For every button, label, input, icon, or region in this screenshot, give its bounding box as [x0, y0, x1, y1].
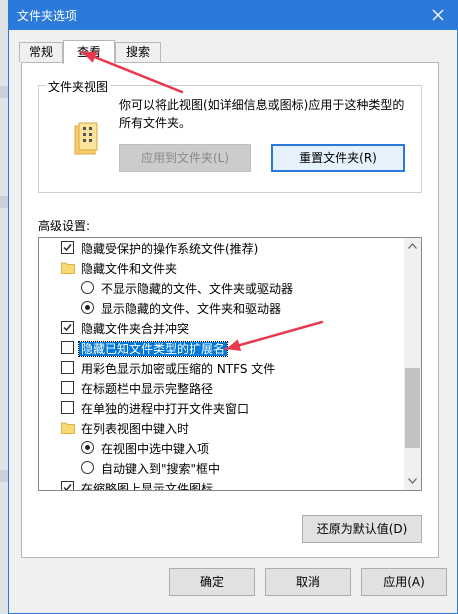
- list-item[interactable]: 在标题栏中显示完整路径: [39, 378, 405, 398]
- tab-general[interactable]: 常规: [19, 42, 63, 62]
- checkbox[interactable]: [61, 341, 74, 354]
- list-item-label: 显示隐藏的文件、文件夹和驱动器: [101, 302, 282, 316]
- ok-button[interactable]: 确定: [169, 568, 255, 596]
- scroll-thumb[interactable]: [405, 368, 420, 448]
- cancel-button[interactable]: 取消: [265, 568, 351, 596]
- list-item-label: 隐藏文件夹合并冲突: [81, 322, 190, 336]
- chevron-down-icon: [408, 478, 417, 484]
- scroll-up-button[interactable]: [404, 238, 421, 255]
- restore-defaults-button[interactable]: 还原为默认值(D): [302, 515, 422, 543]
- list-item[interactable]: 自动键入到"搜索"框中: [39, 458, 405, 478]
- scroll-down-button[interactable]: [404, 473, 421, 490]
- radio-button[interactable]: [81, 461, 94, 474]
- list-item-label: 在缩略图上显示文件图标: [81, 482, 214, 491]
- apply-to-folders-button[interactable]: 应用到文件夹(L): [119, 144, 251, 172]
- background-fragment: [0, 470, 8, 482]
- list-item-label: 隐藏文件和文件夹: [81, 262, 178, 276]
- list-item[interactable]: 隐藏文件夹合并冲突: [39, 318, 405, 338]
- checkbox[interactable]: [61, 401, 74, 414]
- radio-button[interactable]: [81, 301, 94, 314]
- checkmark-icon: [63, 244, 72, 252]
- list-item-label: 隐藏受保护的操作系统文件(推荐): [81, 242, 259, 256]
- advanced-settings-label: 高级设置:: [38, 219, 91, 233]
- checkbox[interactable]: [61, 361, 74, 374]
- checkmark-icon: [63, 324, 72, 332]
- list-scrollbar[interactable]: [404, 238, 421, 490]
- list-item-label: 在列表视图中键入时: [81, 422, 190, 436]
- folder-views-group: 你可以将此视图(如详细信息或图标)应用于这种类型的所有文件夹。 应用到文件夹(L…: [38, 85, 422, 193]
- list-item: 隐藏文件和文件夹: [39, 258, 405, 278]
- list-item-label: 在视图中选中键入项: [101, 442, 210, 456]
- folder-options-dialog: 文件夹选项 常规 查看 搜索 文件夹视图 你可以将此视图(如详细信息或图标)应用…: [8, 0, 458, 614]
- title-bar: 文件夹选项: [9, 0, 458, 30]
- close-button[interactable]: [418, 0, 458, 30]
- background-fragment: [0, 86, 8, 98]
- background-fragment: [0, 196, 8, 208]
- list-item-label: 隐藏已知文件类型的扩展名: [77, 341, 229, 357]
- folder-icon: [61, 262, 75, 274]
- radio-button[interactable]: [81, 441, 94, 454]
- checkbox[interactable]: [61, 481, 74, 490]
- list-item[interactable]: 隐藏受保护的操作系统文件(推荐): [39, 238, 405, 258]
- advanced-settings-list[interactable]: 隐藏受保护的操作系统文件(推荐) 隐藏文件和文件夹不显示隐藏的文件、文件夹或驱动器…: [38, 237, 422, 491]
- list-item-label: 在标题栏中显示完整路径: [81, 382, 214, 396]
- list-item-label: 在单独的进程中打开文件夹窗口: [81, 402, 250, 416]
- list-item[interactable]: 在缩略图上显示文件图标: [39, 478, 405, 491]
- folder-views-description: 你可以将此视图(如详细信息或图标)应用于这种类型的所有文件夹。: [119, 98, 405, 130]
- list-item: 在列表视图中键入时: [39, 418, 405, 438]
- checkbox[interactable]: [61, 241, 74, 254]
- list-item-label: 不显示隐藏的文件、文件夹或驱动器: [101, 282, 294, 296]
- list-item[interactable]: 显示隐藏的文件、文件夹和驱动器: [39, 298, 405, 318]
- view-tab-panel: 文件夹视图 你可以将此视图(如详细信息或图标)应用于这种类型的所有文件夹。 应用…: [21, 62, 439, 558]
- close-icon: [432, 9, 444, 21]
- checkmark-icon: [63, 484, 72, 490]
- apply-button[interactable]: 应用(A): [361, 568, 447, 596]
- checkbox[interactable]: [61, 321, 74, 334]
- list-item-label: 用彩色显示加密或压缩的 NTFS 文件: [81, 362, 276, 376]
- window-title: 文件夹选项: [17, 9, 78, 23]
- radio-button[interactable]: [81, 281, 94, 294]
- list-item[interactable]: 用彩色显示加密或压缩的 NTFS 文件: [39, 358, 405, 378]
- folder-view-icon: [74, 122, 98, 155]
- list-item[interactable]: 不显示隐藏的文件、文件夹或驱动器: [39, 278, 405, 298]
- list-item[interactable]: 在单独的进程中打开文件夹窗口: [39, 398, 405, 418]
- list-item[interactable]: 隐藏已知文件类型的扩展名: [39, 338, 405, 358]
- list-item-label: 自动键入到"搜索"框中: [101, 462, 221, 476]
- tab-search[interactable]: 搜索: [115, 42, 161, 62]
- reset-folders-button[interactable]: 重置文件夹(R): [271, 144, 405, 172]
- chevron-up-icon: [408, 243, 417, 249]
- tab-view[interactable]: 查看: [63, 40, 115, 64]
- checkbox[interactable]: [61, 381, 74, 394]
- folder-icon: [61, 422, 75, 434]
- folder-views-title: 文件夹视图: [46, 78, 111, 95]
- list-item[interactable]: 在视图中选中键入项: [39, 438, 405, 458]
